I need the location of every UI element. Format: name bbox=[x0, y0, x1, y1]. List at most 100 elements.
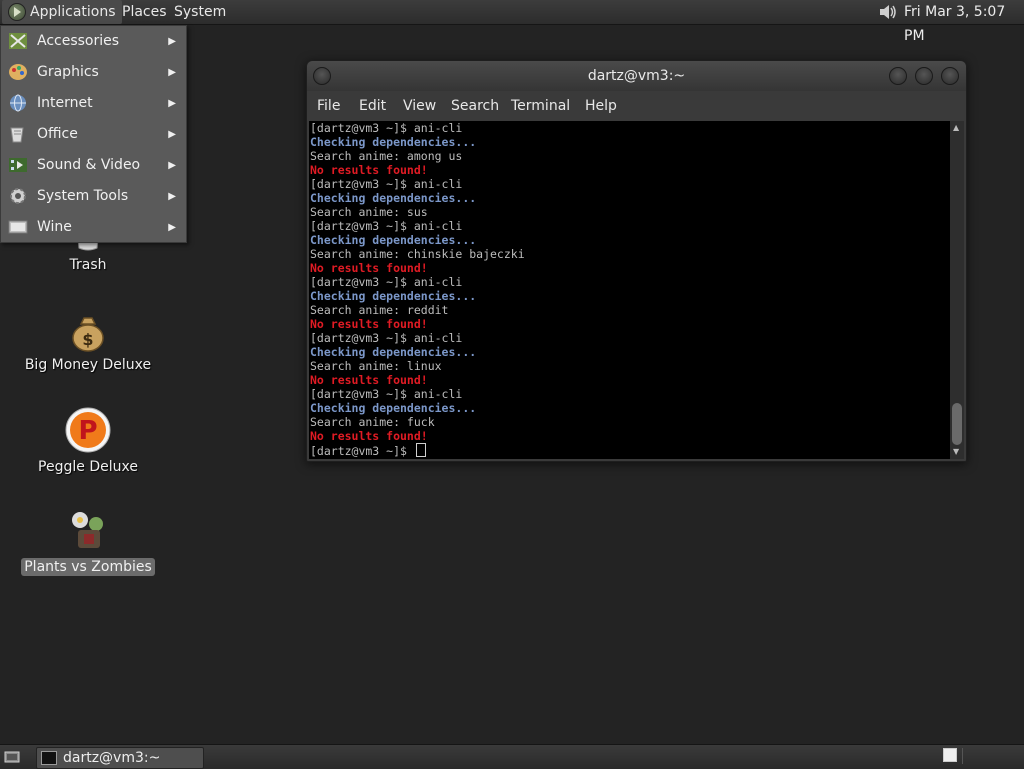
desktop-icon-label: Trash bbox=[69, 257, 107, 273]
submenu-arrow-icon: ▶ bbox=[168, 36, 176, 47]
terminal-window[interactable]: dartz@vm3:~ File Edit View Search Termin… bbox=[306, 60, 967, 462]
desktop-icon-peggle-deluxe[interactable]: P Peggle Deluxe bbox=[18, 406, 158, 476]
terminal-line: Search anime: linux bbox=[310, 359, 442, 373]
menu-terminal[interactable]: Terminal bbox=[511, 91, 570, 121]
menu-file[interactable]: File bbox=[317, 91, 340, 121]
places-menu[interactable]: Places bbox=[116, 0, 173, 24]
terminal-line: Checking dependencies... bbox=[310, 289, 477, 303]
bottom-panel: dartz@vm3:~ bbox=[0, 744, 1024, 769]
window-titlebar[interactable]: dartz@vm3:~ bbox=[307, 61, 966, 91]
menu-item-label: System Tools bbox=[37, 188, 129, 204]
speaker-icon[interactable] bbox=[878, 3, 898, 21]
desktop-icon-label: Plants vs Zombies bbox=[21, 558, 155, 576]
terminal-lines: [dartz@vm3 ~]$ ani-cli Checking dependenc… bbox=[309, 121, 950, 443]
terminal-line: [dartz@vm3 ~]$ ani-cli bbox=[310, 275, 463, 289]
money-bag-icon: $ bbox=[72, 317, 104, 352]
taskbar-button-terminal[interactable]: dartz@vm3:~ bbox=[36, 747, 204, 769]
desktop-icon-label: Peggle Deluxe bbox=[38, 459, 138, 475]
submenu-arrow-icon: ▶ bbox=[168, 160, 176, 171]
gear-icon bbox=[10, 188, 26, 204]
top-panel: Applications Places System Fri Mar 3, 5:… bbox=[0, 0, 1024, 44]
applications-dropdown: Accessories ▶ Graphics ▶ Internet ▶ Offi… bbox=[0, 25, 187, 243]
menu-help[interactable]: Help bbox=[585, 91, 617, 121]
submenu-arrow-icon: ▶ bbox=[168, 222, 176, 233]
graphics-icon bbox=[9, 64, 27, 80]
scroll-down-arrow-icon[interactable]: ▼ bbox=[953, 447, 959, 456]
desktop-icon-label: Big Money Deluxe bbox=[24, 357, 152, 373]
menu-item-label: Wine bbox=[37, 219, 72, 235]
terminal-line: Search anime: fuck bbox=[310, 415, 435, 429]
submenu-arrow-icon: ▶ bbox=[168, 129, 176, 140]
menu-item-office[interactable]: Office ▶ bbox=[1, 119, 186, 150]
applications-label: Applications bbox=[30, 4, 116, 20]
terminal-line: [dartz@vm3 ~]$ ani-cli bbox=[310, 331, 463, 345]
terminal-line: Checking dependencies... bbox=[310, 401, 477, 415]
clock[interactable]: Fri Mar 3, 5:07 PM bbox=[904, 0, 1024, 44]
desktop-icon-plants-vs-zombies[interactable]: Plants vs Zombies bbox=[18, 506, 158, 576]
menu-item-label: Office bbox=[37, 126, 78, 142]
terminal-line: Checking dependencies... bbox=[310, 345, 477, 359]
menu-item-accessories[interactable]: Accessories ▶ bbox=[1, 26, 186, 57]
terminal-line: [dartz@vm3 ~]$ ani-cli bbox=[310, 177, 463, 191]
maximize-button[interactable] bbox=[915, 67, 933, 85]
terminal-line: [dartz@vm3 ~]$ ani-cli bbox=[310, 387, 463, 401]
office-icon bbox=[10, 127, 24, 143]
multimedia-icon bbox=[9, 158, 27, 172]
terminal-prompt-line: [dartz@vm3 ~]$ bbox=[309, 443, 950, 458]
terminal-output[interactable]: [dartz@vm3 ~]$ ani-cli Checking dependenc… bbox=[309, 121, 950, 459]
peggle-icon: P bbox=[65, 407, 111, 453]
terminal-line: Checking dependencies... bbox=[310, 191, 477, 205]
terminal-line: Checking dependencies... bbox=[310, 135, 477, 149]
plants-vs-zombies-icon bbox=[72, 512, 103, 548]
accessories-icon bbox=[9, 33, 27, 49]
terminal-line: Search anime: sus bbox=[310, 205, 428, 219]
menu-item-label: Sound & Video bbox=[37, 157, 141, 173]
terminal-line: Search anime: among us bbox=[310, 149, 463, 163]
menu-item-label: Internet bbox=[37, 95, 93, 111]
terminal-line: No results found! bbox=[310, 317, 428, 331]
terminal-line: No results found! bbox=[310, 429, 428, 443]
terminal-line: Checking dependencies... bbox=[310, 233, 477, 247]
menu-edit[interactable]: Edit bbox=[359, 91, 386, 121]
menu-search[interactable]: Search bbox=[451, 91, 499, 121]
scrollbar-thumb[interactable] bbox=[952, 403, 962, 445]
submenu-arrow-icon: ▶ bbox=[168, 191, 176, 202]
applications-menu[interactable]: Applications bbox=[2, 0, 122, 24]
minimize-button[interactable] bbox=[889, 67, 907, 85]
terminal-line: [dartz@vm3 ~]$ ani-cli bbox=[310, 219, 463, 233]
taskbar-button-label: dartz@vm3:~ bbox=[63, 750, 161, 766]
terminal-line: No results found! bbox=[310, 261, 428, 275]
menu-item-sound-video[interactable]: Sound & Video ▶ bbox=[1, 150, 186, 181]
menu-item-label: Accessories bbox=[37, 33, 120, 49]
menu-item-system-tools[interactable]: System Tools ▶ bbox=[1, 181, 186, 212]
terminal-line: No results found! bbox=[310, 163, 428, 177]
menu-item-graphics[interactable]: Graphics ▶ bbox=[1, 57, 186, 88]
workspace-area[interactable] bbox=[962, 748, 1023, 764]
terminal-line: Search anime: chinskie bajeczki bbox=[310, 247, 525, 261]
terminal-line: [dartz@vm3 ~]$ ani-cli bbox=[310, 121, 463, 135]
terminal-menubar: File Edit View Search Terminal Help bbox=[307, 91, 966, 121]
submenu-arrow-icon: ▶ bbox=[168, 67, 176, 78]
text-cursor bbox=[415, 443, 426, 457]
workspace-switcher[interactable] bbox=[943, 748, 957, 762]
terminal-icon bbox=[41, 751, 57, 765]
svg-text:P: P bbox=[78, 416, 97, 446]
svg-text:$: $ bbox=[82, 330, 93, 349]
show-desktop-icon[interactable] bbox=[4, 749, 20, 765]
submenu-arrow-icon: ▶ bbox=[168, 98, 176, 109]
window-title: dartz@vm3:~ bbox=[587, 68, 686, 84]
wine-icon bbox=[8, 220, 28, 234]
menu-item-internet[interactable]: Internet ▶ bbox=[1, 88, 186, 119]
system-menu[interactable]: System bbox=[168, 0, 232, 24]
terminal-line: No results found! bbox=[310, 373, 428, 387]
scroll-up-arrow-icon[interactable]: ▲ bbox=[953, 123, 959, 132]
menu-item-wine[interactable]: Wine ▶ bbox=[1, 212, 186, 243]
terminal-line: Search anime: reddit bbox=[310, 303, 449, 317]
globe-icon bbox=[10, 94, 26, 112]
desktop-icon-big-money-deluxe[interactable]: $ Big Money Deluxe bbox=[18, 312, 158, 374]
terminal-prompt: [dartz@vm3 ~]$ bbox=[310, 444, 414, 458]
menu-item-label: Graphics bbox=[37, 64, 99, 80]
menu-view[interactable]: View bbox=[403, 91, 436, 121]
terminal-scrollbar[interactable]: ▲ ▼ bbox=[950, 121, 964, 459]
close-button[interactable] bbox=[941, 67, 959, 85]
